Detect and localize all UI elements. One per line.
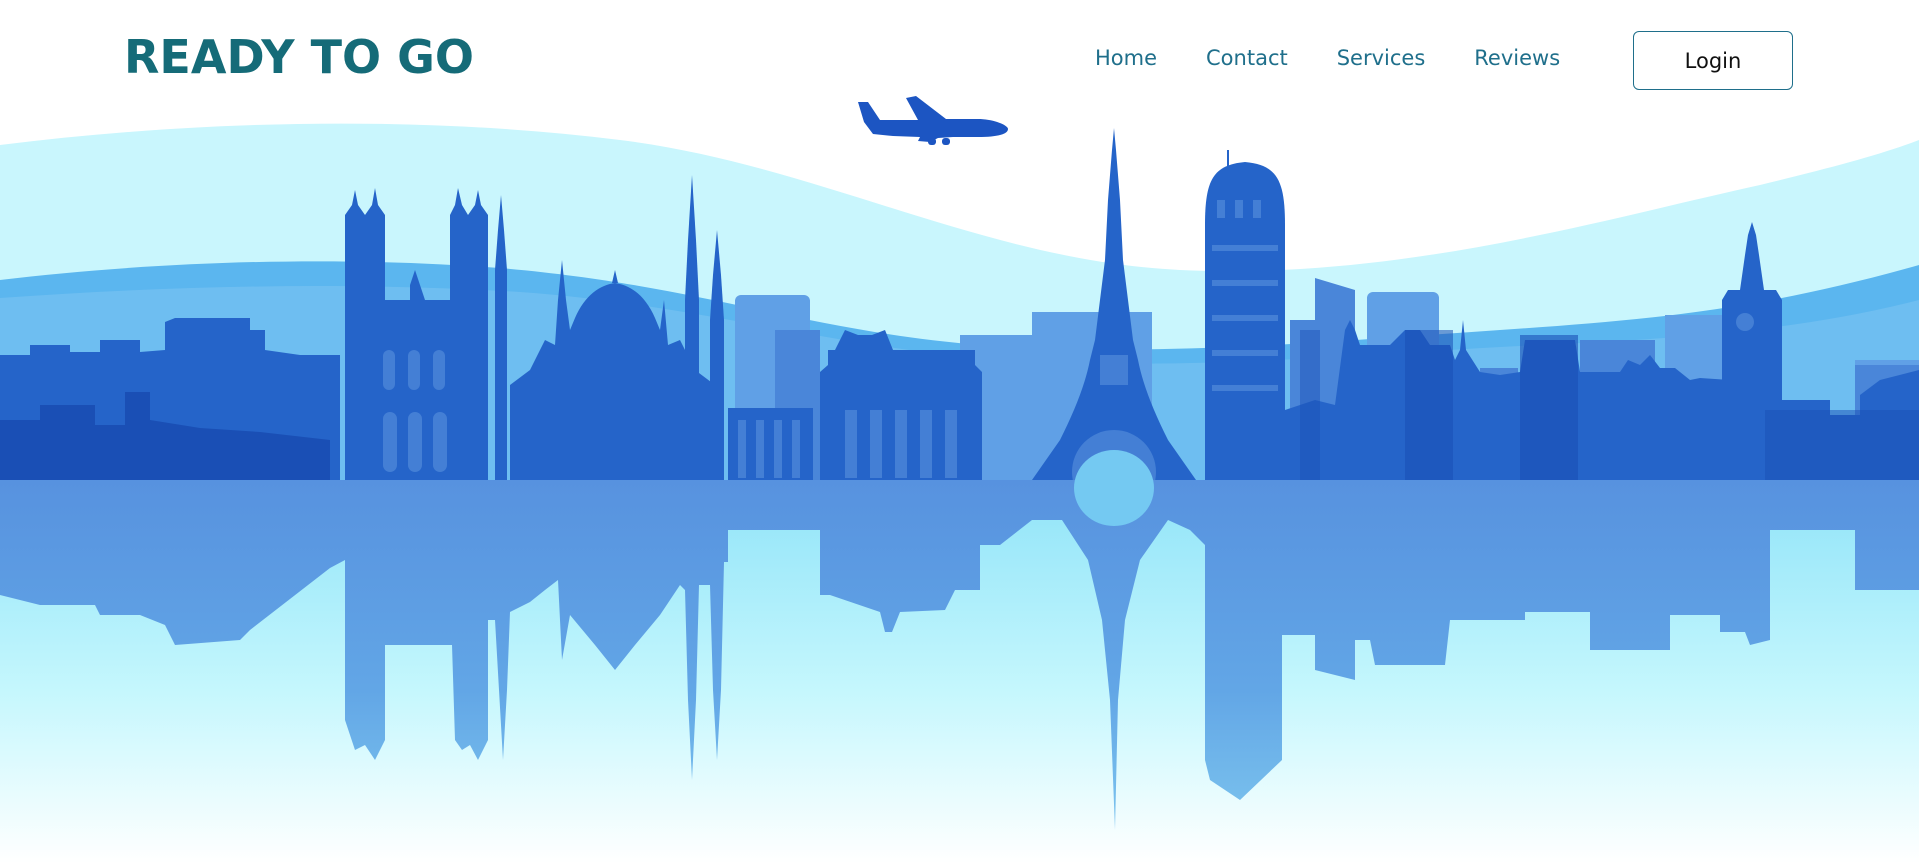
main-nav: Home Contact Services Reviews <box>1095 46 1560 70</box>
nav-link-reviews[interactable]: Reviews <box>1474 46 1560 70</box>
login-button[interactable]: Login <box>1633 31 1793 90</box>
eiffel-reflection-arch <box>1074 450 1154 526</box>
nav-link-services[interactable]: Services <box>1337 46 1426 70</box>
nav-link-home[interactable]: Home <box>1095 46 1157 70</box>
site-header: READY TO GO Home Contact Services Review… <box>0 0 1919 120</box>
landing-page: READY TO GO Home Contact Services Review… <box>0 0 1919 863</box>
hero-skyline-illustration <box>0 96 1919 863</box>
nav-link-contact[interactable]: Contact <box>1206 46 1288 70</box>
brand-logo[interactable]: READY TO GO <box>124 30 474 84</box>
